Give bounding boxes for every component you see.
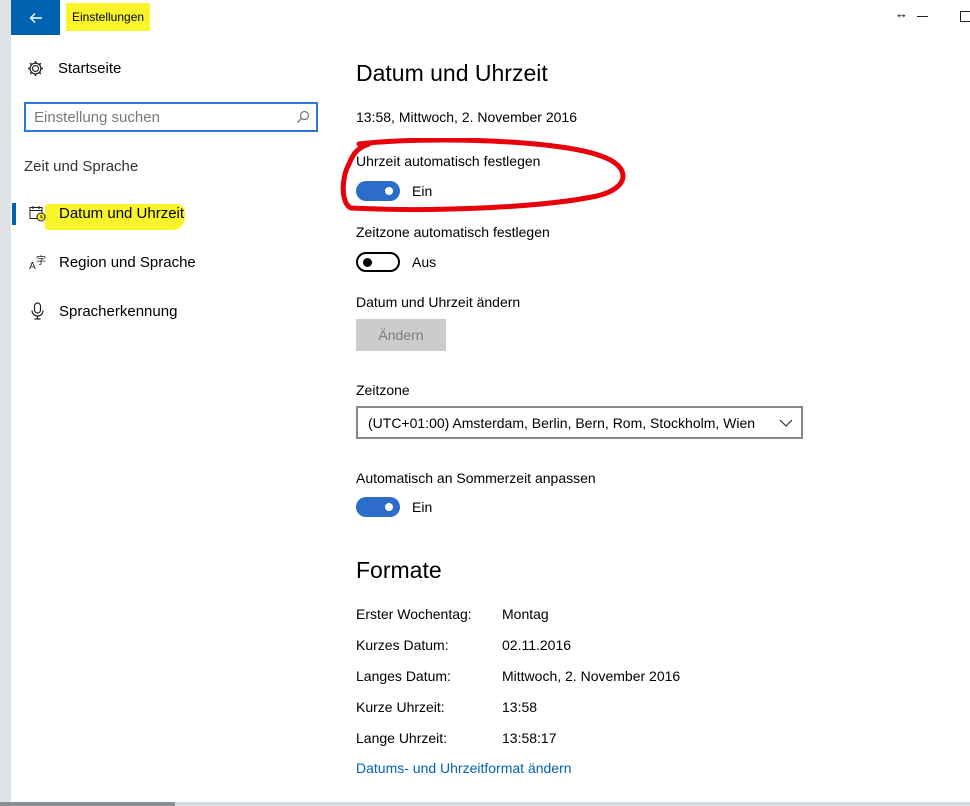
sidebar-item-region-sprache[interactable]: A 字 Region und Sprache xyxy=(11,254,196,271)
format-key: Langes Datum: xyxy=(356,668,451,684)
timezone-value: (UTC+01:00) Amsterdam, Berlin, Bern, Rom… xyxy=(368,414,756,431)
search-input[interactable] xyxy=(26,104,284,130)
format-value: 02.11.2016 xyxy=(502,637,572,653)
gear-icon xyxy=(28,61,43,76)
auto-timezone-toggle-row[interactable]: Aus xyxy=(356,252,436,272)
auto-timezone-toggle[interactable] xyxy=(356,252,400,272)
sidebar-item-label: Region und Sprache xyxy=(59,254,196,271)
resize-arrows-icon: ↔ xyxy=(895,6,908,21)
format-key: Lange Uhrzeit: xyxy=(356,730,448,746)
change-datetime-button[interactable]: Ändern xyxy=(356,319,446,351)
maximize-button[interactable] xyxy=(960,11,970,22)
nav-home[interactable]: Startseite xyxy=(27,60,121,77)
format-value: Montag xyxy=(502,606,549,622)
svg-text:字: 字 xyxy=(36,254,46,267)
auto-timezone-label: Zeitzone automatisch festlegen xyxy=(356,224,550,240)
page-title: Datum und Uhrzeit xyxy=(356,60,548,86)
microphone-icon xyxy=(27,302,47,320)
formats-title: Formate xyxy=(356,557,442,583)
back-arrow-icon xyxy=(29,12,42,23)
dst-label: Automatisch an Sommerzeit anpassen xyxy=(356,470,596,486)
region-language-icon: A 字 xyxy=(27,254,47,271)
format-value: Mittwoch, 2. November 2016 xyxy=(502,668,681,684)
current-datetime: 13:58, Mittwoch, 2. November 2016 xyxy=(356,109,578,125)
taskbar-edge xyxy=(0,802,970,806)
toggle-knob xyxy=(385,503,393,511)
dst-toggle-row[interactable]: Ein xyxy=(356,497,432,517)
minimize-button[interactable] xyxy=(917,16,928,17)
nav-home-label: Startseite xyxy=(58,60,122,77)
taskbar-edge-dark xyxy=(0,802,175,806)
settings-window: Einstellungen ↔ Startseite Zeit und Spra… xyxy=(11,0,970,802)
svg-text:A: A xyxy=(29,261,36,271)
format-key: Erster Wochentag: xyxy=(356,606,472,622)
sidebar-item-label: Spracherkennung xyxy=(59,302,178,320)
format-key: Kurze Uhrzeit: xyxy=(356,699,445,715)
format-key: Kurzes Datum: xyxy=(356,637,449,653)
sidebar-item-datum-uhrzeit[interactable]: Datum und Uhrzeit xyxy=(11,205,184,222)
dst-toggle[interactable] xyxy=(356,497,400,517)
format-value: 13:58:17 xyxy=(502,730,557,746)
dst-state: Ein xyxy=(412,499,433,515)
search-icon xyxy=(297,110,310,123)
timezone-select[interactable]: (UTC+01:00) Amsterdam, Berlin, Bern, Rom… xyxy=(356,406,803,439)
change-format-link[interactable]: Datums- und Uhrzeitformat ändern xyxy=(356,760,572,776)
toggle-knob xyxy=(363,258,372,267)
change-datetime-label: Datum und Uhrzeit ändern xyxy=(356,294,521,310)
auto-timezone-state: Aus xyxy=(412,254,437,270)
back-button[interactable] xyxy=(11,0,60,35)
sidebar-item-spracherkennung[interactable]: Spracherkennung xyxy=(11,302,177,320)
annotation-circle xyxy=(340,138,626,212)
sidebar-item-label: Datum und Uhrzeit xyxy=(59,205,185,222)
desktop-edge xyxy=(0,0,11,806)
app-title: Einstellungen xyxy=(66,3,151,31)
search-box[interactable] xyxy=(24,102,318,132)
nav-section-title: Zeit und Sprache xyxy=(24,158,139,175)
calendar-clock-icon xyxy=(27,205,47,222)
format-value: 13:58 xyxy=(502,699,538,715)
chevron-down-icon xyxy=(779,419,793,427)
timezone-label: Zeitzone xyxy=(356,382,410,398)
